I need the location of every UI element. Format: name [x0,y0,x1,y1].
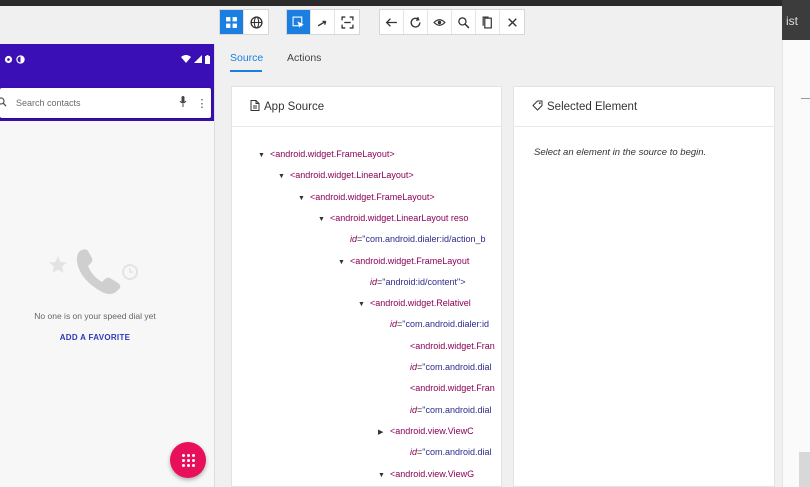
node-attribute-name: id [350,234,358,245]
search-input[interactable]: Search contacts [16,98,179,108]
microphone-icon[interactable] [179,96,193,110]
collapse-arrow-icon[interactable]: ▼ [338,259,350,266]
status-bar [0,44,214,76]
node-attribute-name: id [370,276,378,287]
node-attribute-name: id [410,447,418,458]
node-tag: <android.widget.Fran [410,340,495,351]
tap-coordinates-icon[interactable] [335,10,359,34]
collapse-arrow-icon[interactable]: ▼ [358,301,370,308]
device-screenshot[interactable]: Search contacts ⋮ No one is on your spee… [0,44,215,487]
collapse-arrow-icon[interactable]: ▼ [278,173,290,180]
source-tree-node[interactable]: id="com.android.dial [410,447,492,457]
node-tag: <android.widget.FrameLayout [350,255,470,266]
expand-arrow-icon[interactable]: ▶ [378,428,390,436]
corner-text: ist [786,14,798,28]
source-tree-node[interactable]: ▼ <android.widget.LinearLayout> [278,170,414,180]
collapse-arrow-icon[interactable]: ▼ [258,152,270,159]
refresh-icon[interactable] [404,10,428,34]
interaction-group [286,9,360,35]
more-options-icon[interactable]: ⋮ [193,97,211,110]
active-tab-indicator [230,70,262,72]
node-attribute-value: "com.android.dialer:id/action_b [362,234,486,245]
wifi-icon [181,55,191,65]
source-tree-node[interactable]: <android.widget.Fran [410,383,495,393]
eye-icon[interactable] [428,10,452,34]
add-favorite-button[interactable]: ADD A FAVORITE [0,333,190,342]
node-attribute-value: "com.android.dial [422,404,492,415]
node-attribute-name: id [410,362,418,372]
empty-state-message: No one is on your speed dial yet [34,311,156,321]
selected-element-hint: Select an element in the source to begin… [534,147,707,158]
node-attribute-value: "com.android.dialer:id [402,319,490,330]
collapse-arrow-icon[interactable]: ▼ [318,216,330,223]
source-tree-node[interactable]: id="com.android.dial [410,405,492,415]
source-tree-node[interactable]: id="android:id/content"> [370,277,465,287]
selected-element-header: Selected Element [514,87,774,127]
node-tag: <android.widget.FrameLayout> [270,149,395,159]
node-tag: <android.view.ViewG [390,468,475,479]
tap-icon[interactable] [287,10,311,34]
node-tag: <android.widget.LinearLayout> [290,170,414,181]
node-tag: <android.widget.Fran [410,383,495,394]
source-tree-node[interactable]: ▼ <android.widget.Relativel [358,298,471,308]
web-icon[interactable] [244,10,268,34]
source-tree-node[interactable]: ▼ <android.view.ViewG [378,469,474,479]
tab-source[interactable]: Source [230,52,263,64]
app-source-title: App Source [264,100,325,113]
back-icon[interactable] [380,10,404,34]
collapse-arrow-icon[interactable]: ▼ [378,472,390,479]
node-tag: <android.widget.FrameLayout> [310,191,435,202]
node-attribute-name: id [410,404,418,415]
search-bar[interactable]: Search contacts ⋮ [0,88,211,118]
source-tree-node[interactable]: ▼ <android.widget.FrameLayout> [298,192,435,202]
close-icon[interactable] [500,10,524,34]
source-tree-node[interactable]: ▼ <android.widget.FrameLayout [338,256,469,266]
source-tree-node[interactable]: id="com.android.dial [410,362,492,372]
swipe-icon[interactable] [311,10,335,34]
right-scroll-edge [782,40,810,487]
source-tree-node[interactable]: <android.widget.Fran [410,341,495,351]
source-tree-node[interactable]: id="com.android.dialer:id [390,319,489,329]
data-saver-icon [16,54,25,66]
app-source-header: App Source [232,87,501,127]
node-attribute-value: "com.android.dial [422,362,492,372]
selected-element-title: Selected Element [547,100,638,113]
search-icon [0,96,12,110]
source-tree-node[interactable]: id="com.android.dialer:id/action_b [350,234,486,244]
app-actions-group [379,9,525,35]
search-icon[interactable] [452,10,476,34]
dialpad-icon [181,453,195,467]
toolbar [0,6,782,40]
node-attribute-name: id [390,319,398,330]
scrollbar-thumb[interactable] [799,452,810,487]
app-source-panel: App Source ▼ <android.widget.FrameLayout>… [231,86,502,487]
dialpad-fab[interactable] [170,442,206,478]
node-attribute-value: "android:id/content"> [382,276,466,287]
collapse-arrow-icon[interactable]: ▼ [298,195,310,202]
settings-icon [4,55,13,66]
tag-icon [532,100,543,114]
copy-icon[interactable] [476,10,500,34]
source-tree-node[interactable]: ▼ <android.widget.FrameLayout> [258,149,395,159]
speed-dial-illustration [46,244,146,304]
selected-element-panel: Selected Element Select an element in th… [513,86,775,487]
inspector-tabs: Source Actions [216,40,782,74]
battery-icon [205,54,210,66]
source-tree-node[interactable]: ▶ <android.view.ViewC [378,426,474,436]
scroll-tick [801,98,810,99]
node-attribute-value: "com.android.dial [422,447,492,458]
source-tree-node[interactable]: ▼ <android.widget.LinearLayout reso [318,213,468,223]
corner-label: ist [782,0,810,40]
file-icon [250,99,260,114]
node-tag: <android.view.ViewC [390,425,474,436]
tab-actions[interactable]: Actions [287,52,321,64]
node-tag: <android.widget.Relativel [370,298,471,309]
signal-icon [194,55,202,65]
mode-toggle-group [219,9,269,35]
select-elements-icon[interactable] [220,10,244,34]
node-tag: <android.widget.LinearLayout reso [330,212,469,223]
